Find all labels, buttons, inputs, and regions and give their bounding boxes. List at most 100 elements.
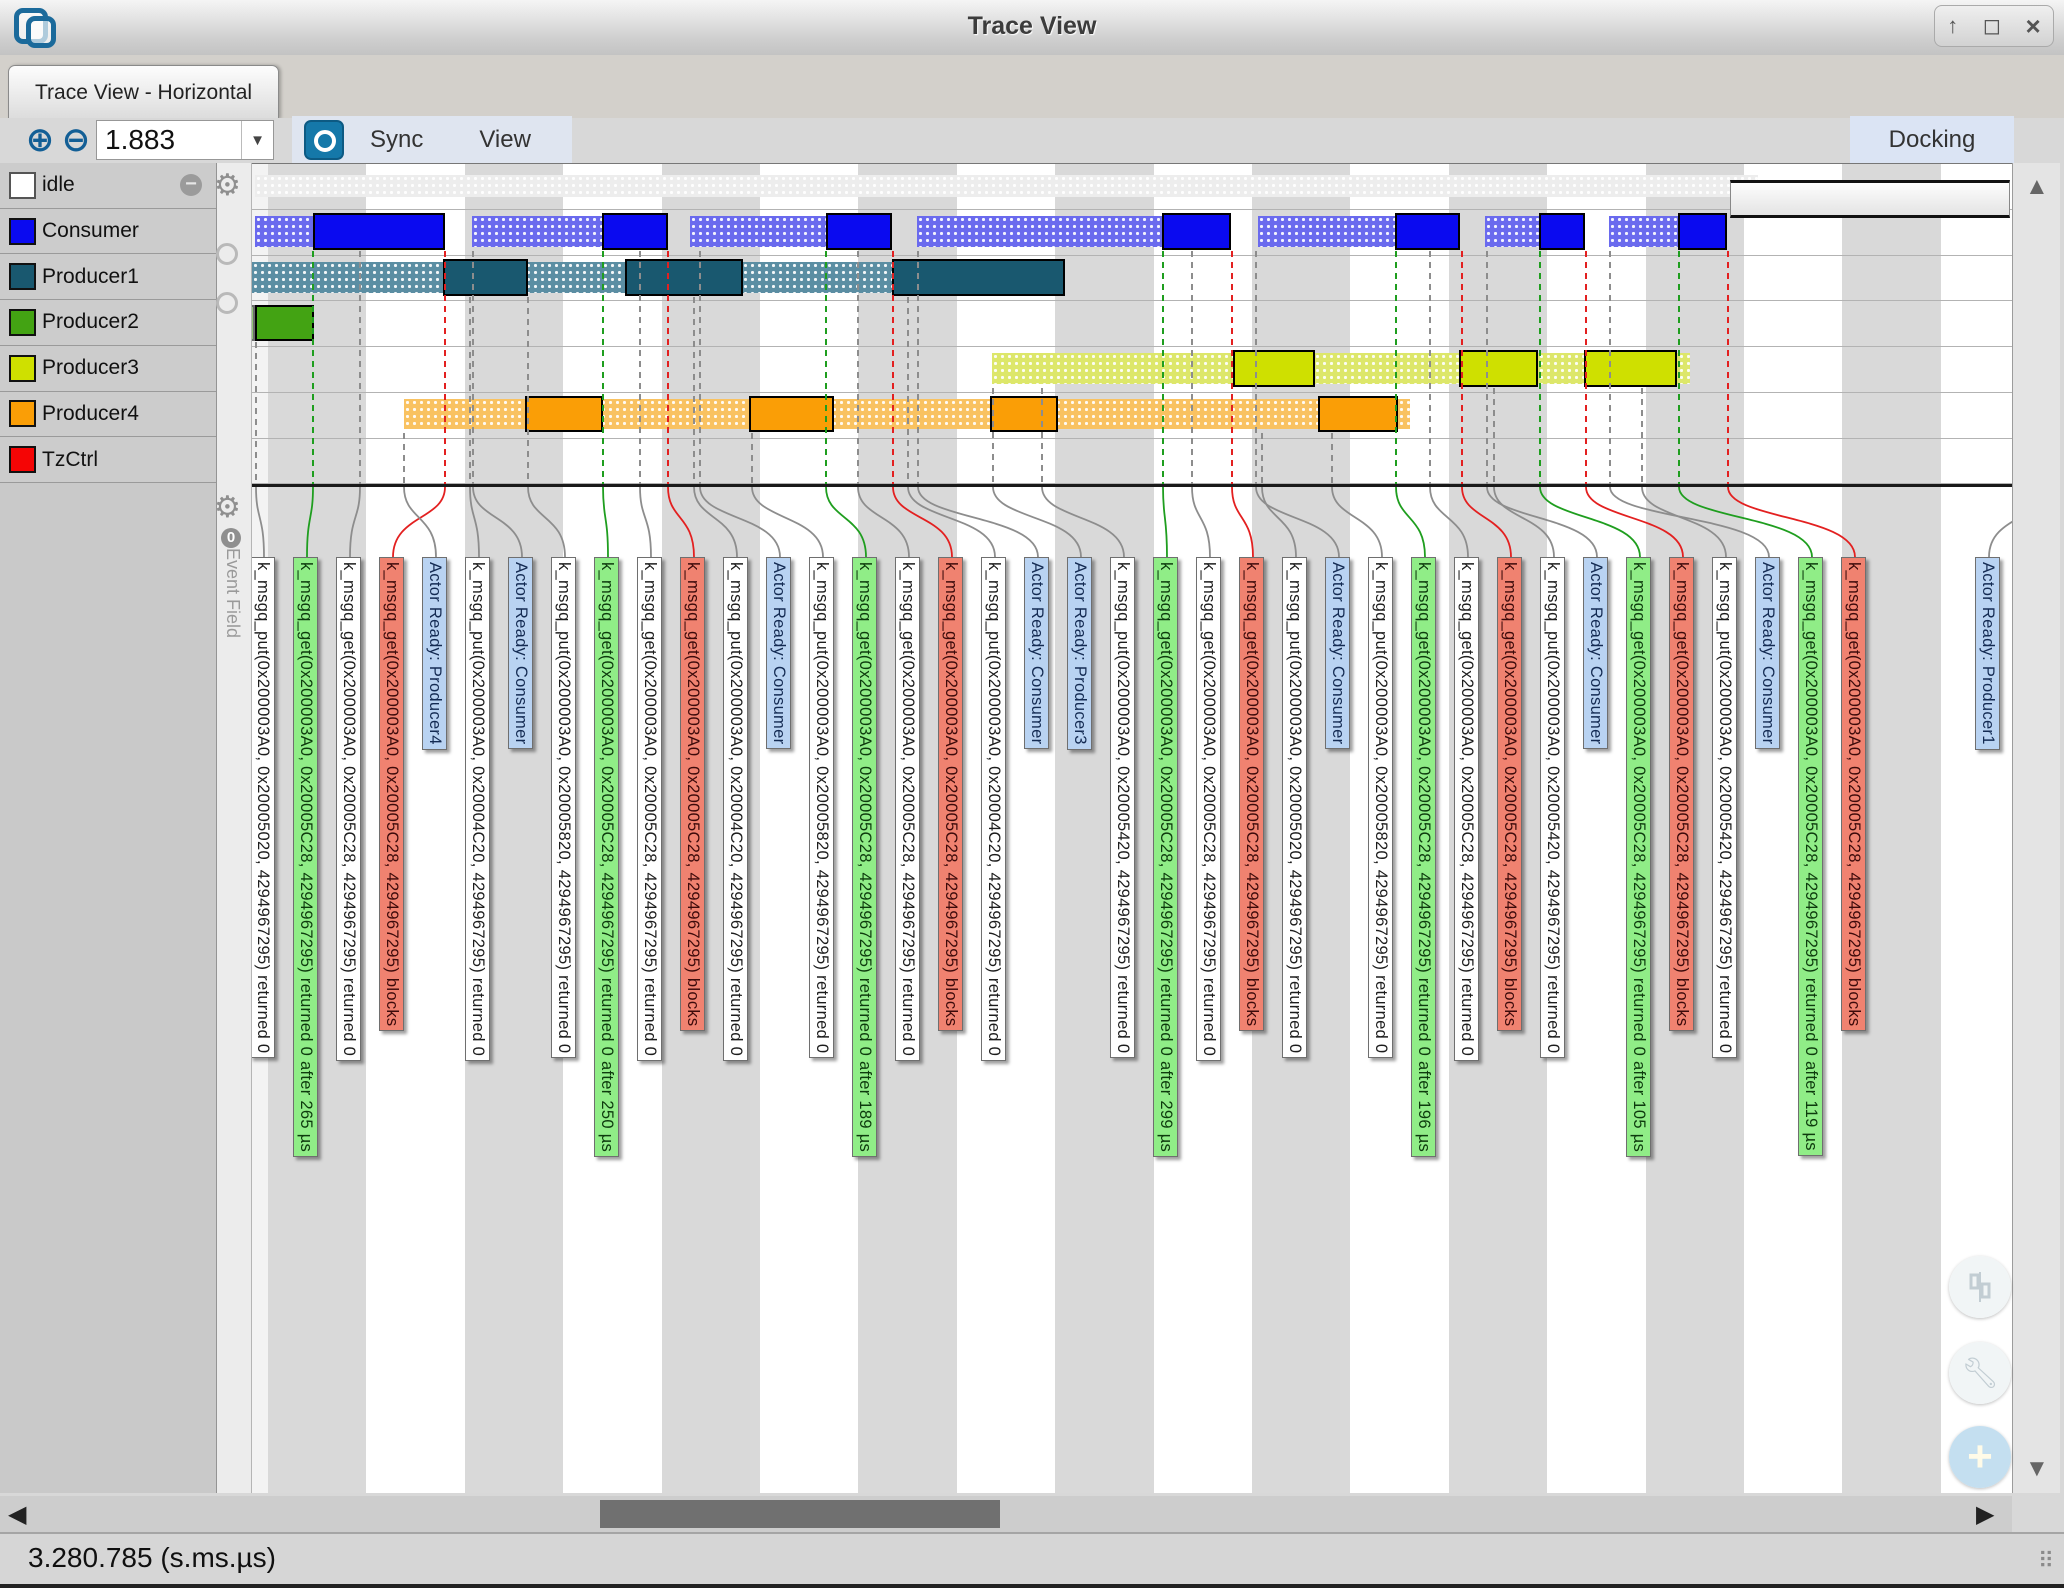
view-options-button[interactable] bbox=[1949, 1256, 2011, 1318]
event-label[interactable]: k_msgq_get(0x200003A0, 0x20005C28, 42949… bbox=[1454, 557, 1479, 1061]
legend-row-producer4[interactable]: Producer4 bbox=[0, 392, 216, 438]
gear-icon[interactable]: ⚙ bbox=[214, 168, 241, 203]
scrollbar-thumb[interactable] bbox=[600, 1500, 1000, 1528]
legend-row-tzctrl[interactable]: TzCtrl bbox=[0, 437, 216, 483]
event-label[interactable]: k_msgq_get(0x200003A0, 0x20005C28, 42949… bbox=[1411, 557, 1436, 1157]
event-label[interactable]: k_msgq_put(0x200003A0, 0x20004C20, 42949… bbox=[723, 557, 748, 1061]
consumer-hatch-bar[interactable] bbox=[1485, 216, 1539, 247]
legend-row-idle[interactable]: idle− bbox=[0, 163, 216, 209]
consumer-solid-bar[interactable] bbox=[602, 213, 668, 250]
p4-solid-bar[interactable] bbox=[990, 396, 1058, 432]
view-menu[interactable]: View bbox=[479, 126, 531, 154]
consumer-solid-bar[interactable] bbox=[1395, 213, 1460, 250]
event-label[interactable]: k_msgq_put(0x200003A0, 0x20004C20, 42949… bbox=[981, 557, 1006, 1061]
event-label[interactable]: Actor Ready: Consumer bbox=[1755, 557, 1780, 749]
consumer-hatch-bar[interactable] bbox=[917, 216, 1162, 247]
p4-solid-bar[interactable] bbox=[525, 396, 603, 432]
sync-icon[interactable] bbox=[304, 120, 344, 160]
event-label[interactable]: k_msgq_put(0x200003A0, 0x20005820, 42949… bbox=[551, 557, 576, 1058]
p3-solid-bar[interactable] bbox=[1459, 350, 1538, 387]
event-label[interactable]: k_msgq_put(0x200003A0, 0x20004C20, 42949… bbox=[465, 557, 490, 1061]
close-button[interactable]: × bbox=[2026, 11, 2041, 42]
p1-solid-bar[interactable] bbox=[443, 259, 528, 296]
event-label[interactable]: k_msgq_put(0x200003A0, 0x20005820, 42949… bbox=[1368, 557, 1393, 1058]
p1-hatch-bar[interactable] bbox=[231, 262, 892, 293]
consumer-hatch-bar[interactable] bbox=[690, 216, 826, 247]
maximize-button[interactable]: ◻ bbox=[1983, 13, 2001, 39]
event-label[interactable]: k_msgq_get(0x200003A0, 0x20005C28, 42949… bbox=[336, 557, 361, 1061]
event-label[interactable]: k_msgq_get(0x200003A0, 0x20005C28, 42949… bbox=[852, 557, 877, 1157]
event-label[interactable]: k_msgq_put(0x200003A0, 0x20005420, 42949… bbox=[1712, 557, 1737, 1058]
event-label[interactable]: k_msgq_get(0x200003A0, 0x20005C28, 42949… bbox=[637, 557, 662, 1061]
event-label[interactable]: k_msgq_get(0x200003A0, 0x20005C28, 42949… bbox=[1153, 557, 1178, 1157]
event-label[interactable]: k_msgq_get(0x200003A0, 0x20005C28, 42949… bbox=[1841, 557, 1866, 1031]
collapse-icon[interactable]: − bbox=[180, 174, 202, 196]
overview-box[interactable] bbox=[1730, 180, 2010, 218]
horizontal-scrollbar[interactable]: ◀ ▶ bbox=[0, 1496, 2012, 1532]
vertical-scrollbar[interactable]: ▲ ▼ bbox=[2012, 163, 2060, 1493]
consumer-hatch-bar[interactable] bbox=[255, 216, 313, 247]
event-label[interactable]: Actor Ready: Consumer bbox=[508, 557, 533, 749]
p4-solid-bar[interactable] bbox=[749, 396, 834, 432]
p1-solid-bar[interactable] bbox=[892, 259, 1065, 296]
consumer-solid-bar[interactable] bbox=[826, 213, 892, 250]
consumer-solid-bar[interactable] bbox=[1162, 213, 1231, 250]
event-label[interactable]: Actor Ready: Consumer bbox=[1024, 557, 1049, 749]
event-label[interactable]: Actor Ready: Consumer bbox=[1325, 557, 1350, 749]
legend-row-consumer[interactable]: Consumer bbox=[0, 209, 216, 255]
event-label[interactable]: Actor Ready: Consumer bbox=[766, 557, 791, 749]
event-label[interactable]: k_msgq_get(0x200003A0, 0x20005C28, 42949… bbox=[293, 557, 318, 1157]
consumer-hatch-bar[interactable] bbox=[472, 216, 602, 247]
event-label[interactable]: k_msgq_get(0x200003A0, 0x20005C28, 42949… bbox=[379, 557, 404, 1031]
event-label[interactable]: k_msgq_get(0x200003A0, 0x20005C28, 42949… bbox=[938, 557, 963, 1031]
event-label[interactable]: k_msgq_put(0x200003A0, 0x20005420, 42949… bbox=[1540, 557, 1565, 1058]
legend-row-producer3[interactable]: Producer3 bbox=[0, 346, 216, 392]
consumer-solid-bar[interactable] bbox=[313, 213, 445, 250]
event-label[interactable]: Actor Ready: Producer1 bbox=[1975, 557, 2000, 750]
event-label[interactable]: k_msgq_get(0x200003A0, 0x20005C28, 42949… bbox=[1669, 557, 1694, 1031]
event-label[interactable]: Actor Ready: Producer4 bbox=[422, 557, 447, 750]
docking-button[interactable]: Docking bbox=[1850, 116, 2014, 163]
event-label[interactable]: k_msgq_get(0x200003A0, 0x20005C28, 42949… bbox=[594, 557, 619, 1157]
title-bar[interactable]: Trace View ↑ ◻ × bbox=[0, 0, 2064, 55]
event-label[interactable]: k_msgq_get(0x200003A0, 0x20005C28, 42949… bbox=[895, 557, 920, 1061]
event-label[interactable]: k_msgq_get(0x200003A0, 0x20005C28, 42949… bbox=[1626, 557, 1651, 1157]
scroll-up-icon[interactable]: ▲ bbox=[2025, 173, 2049, 201]
circle-icon[interactable] bbox=[216, 243, 238, 265]
scroll-down-icon[interactable]: ▼ bbox=[2025, 1455, 2049, 1483]
add-button[interactable]: + bbox=[1949, 1426, 2011, 1488]
p2-solid-bar[interactable] bbox=[255, 305, 314, 341]
p3-solid-bar[interactable] bbox=[1233, 350, 1315, 387]
event-label[interactable]: Actor Ready: Producer3 bbox=[1067, 557, 1092, 750]
event-label[interactable]: k_msgq_put(0x200003A0, 0x20005020, 42949… bbox=[1282, 557, 1307, 1058]
scroll-right-icon[interactable]: ▶ bbox=[1976, 1500, 1994, 1529]
gear-icon-event-field[interactable]: ⚙ bbox=[214, 490, 241, 525]
p1-solid-bar[interactable] bbox=[625, 259, 743, 296]
zoom-level-input[interactable]: 1.883 ▼ bbox=[96, 120, 274, 160]
event-label[interactable]: k_msgq_get(0x200003A0, 0x20005C28, 42949… bbox=[680, 557, 705, 1031]
resize-grip[interactable]: ⠿ bbox=[2038, 1548, 2056, 1574]
idle-hatch-bar[interactable] bbox=[255, 175, 1758, 197]
legend-row-producer2[interactable]: Producer2 bbox=[0, 300, 216, 346]
zoom-out-icon[interactable]: ⊖ bbox=[60, 124, 92, 156]
event-label[interactable]: k_msgq_get(0x200003A0, 0x20005C28, 42949… bbox=[1239, 557, 1264, 1031]
event-label[interactable]: k_msgq_get(0x200003A0, 0x20005C28, 42949… bbox=[1497, 557, 1522, 1031]
circle-icon[interactable] bbox=[216, 292, 238, 314]
consumer-hatch-bar[interactable] bbox=[1609, 216, 1678, 247]
event-label[interactable]: k_msgq_put(0x200003A0, 0x20005020, 42949… bbox=[250, 557, 275, 1058]
event-label[interactable]: k_msgq_put(0x200003A0, 0x20005820, 42949… bbox=[809, 557, 834, 1058]
scroll-left-icon[interactable]: ◀ bbox=[8, 1500, 26, 1529]
p4-solid-bar[interactable] bbox=[1318, 396, 1398, 432]
chevron-down-icon[interactable]: ▼ bbox=[241, 121, 265, 159]
sync-menu[interactable]: Sync bbox=[370, 126, 423, 154]
tab-trace-view-horizontal[interactable]: Trace View - Horizontal bbox=[8, 65, 279, 119]
event-label[interactable]: Actor Ready: Consumer bbox=[1583, 557, 1608, 749]
p3-solid-bar[interactable] bbox=[1584, 350, 1677, 387]
legend-row-producer1[interactable]: Producer1 bbox=[0, 254, 216, 300]
consumer-solid-bar[interactable] bbox=[1539, 213, 1585, 250]
consumer-solid-bar[interactable] bbox=[1678, 213, 1727, 250]
event-label[interactable]: k_msgq_get(0x200003A0, 0x20005C28, 42949… bbox=[1798, 557, 1823, 1156]
event-label[interactable]: k_msgq_get(0x200003A0, 0x20005C28, 42949… bbox=[1196, 557, 1221, 1061]
minimize-button[interactable]: ↑ bbox=[1947, 13, 1958, 39]
zoom-in-icon[interactable]: ⊕ bbox=[24, 124, 56, 156]
